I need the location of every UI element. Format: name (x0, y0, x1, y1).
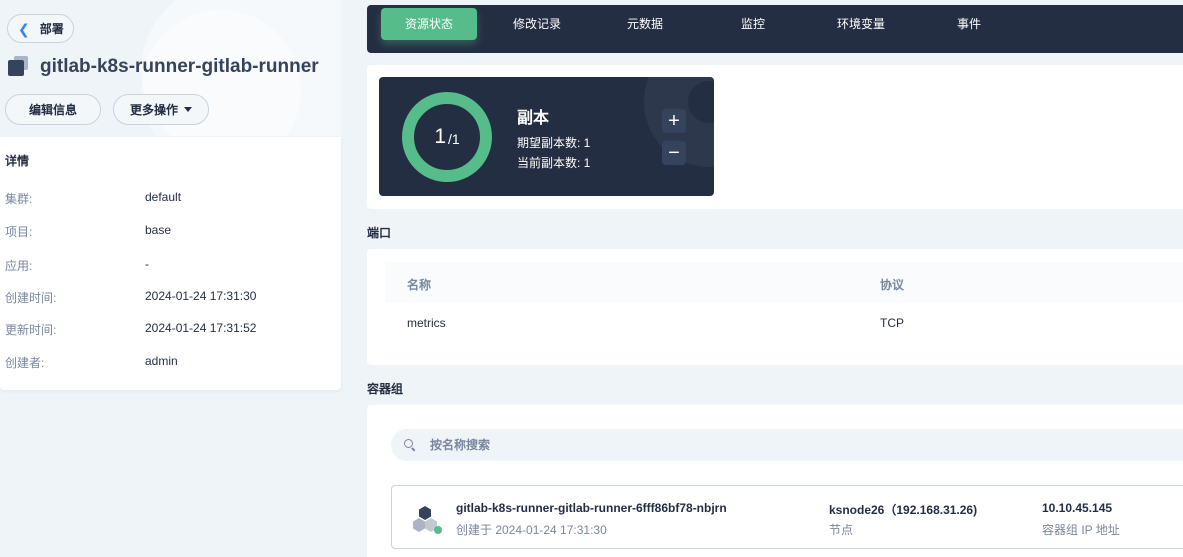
detail-value: default (145, 190, 182, 204)
detail-value: 2024-01-24 17:31:30 (145, 289, 257, 303)
port-protocol: TCP (880, 316, 904, 330)
pod-search-bar[interactable] (391, 429, 1183, 461)
more-actions-label: 更多操作 (129, 103, 178, 117)
pod-list-item[interactable]: gitlab-k8s-runner-gitlab-runner-6fff86bf… (391, 485, 1183, 549)
desired-replicas: 期望副本数: 1 (517, 136, 591, 150)
resource-header: ❮ 部署 gitlab-k8s-runner-gitlab-runner 编辑信… (0, 0, 341, 136)
table-row: metrics TCP (385, 303, 1183, 341)
decrease-replicas-button[interactable]: − (662, 141, 686, 165)
detail-key: 应用: (5, 259, 33, 273)
pod-icon (413, 506, 442, 534)
pod-node-label: 节点 (829, 523, 854, 537)
pods-section-title: 容器组 (367, 382, 404, 396)
tab-metadata[interactable]: 元数据 (605, 8, 685, 40)
detail-value: admin (145, 354, 178, 368)
port-name: metrics (407, 316, 446, 330)
edit-info-button[interactable]: 编辑信息 (5, 94, 101, 125)
page-title: gitlab-k8s-runner-gitlab-runner (40, 56, 319, 77)
replica-current: 1 (434, 125, 446, 148)
detail-key: 创建者: (5, 356, 45, 370)
tab-monitoring[interactable]: 监控 (713, 8, 793, 40)
increase-replicas-button[interactable]: + (662, 109, 686, 133)
current-replicas: 当前副本数: 1 (517, 156, 591, 170)
replica-desired: /1 (448, 131, 460, 147)
pod-node: ksnode26（192.168.31.26) (829, 503, 978, 517)
search-icon (404, 439, 416, 452)
detail-key: 集群: (5, 192, 33, 206)
tab-resource-status[interactable]: 资源状态 (381, 8, 477, 40)
detail-key: 更新时间: (5, 323, 57, 337)
search-input[interactable] (430, 438, 1030, 452)
caret-down-icon (184, 107, 192, 112)
detail-row-application: 应用: - (5, 257, 335, 274)
tab-environment-variables[interactable]: 环境变量 (821, 8, 901, 40)
pod-ip: 10.10.45.145 (1042, 501, 1113, 515)
detail-value: 2024-01-24 17:31:52 (145, 321, 257, 335)
chevron-left-icon: ❮ (18, 20, 30, 37)
detail-key: 项目: (5, 225, 33, 239)
details-heading: 详情 (5, 154, 30, 168)
more-actions-button[interactable]: 更多操作 (113, 94, 209, 125)
back-button[interactable]: ❮ 部署 (7, 14, 74, 43)
back-button-label: 部署 (39, 22, 64, 36)
pod-status-dot (434, 526, 442, 534)
column-header-name: 名称 (407, 278, 432, 292)
detail-value: base (145, 223, 172, 237)
detail-row-cluster: 集群: default (5, 190, 335, 207)
ports-section-title: 端口 (367, 226, 392, 240)
pod-name: gitlab-k8s-runner-gitlab-runner-6fff86bf… (456, 501, 727, 515)
detail-key: 创建时间: (5, 291, 57, 305)
pod-created: 创建于 2024-01-24 17:31:30 (456, 523, 607, 537)
replica-title: 副本 (517, 110, 550, 127)
deployment-icon (8, 56, 30, 78)
detail-value: - (145, 257, 149, 271)
detail-row-updated: 更新时间: 2024-01-24 17:31:52 (5, 321, 335, 338)
tab-events[interactable]: 事件 (929, 8, 1009, 40)
detail-row-created: 创建时间: 2024-01-24 17:31:30 (5, 289, 335, 306)
detail-row-creator: 创建者: admin (5, 354, 335, 371)
detail-row-project: 项目: base (5, 223, 335, 240)
tab-revision-records[interactable]: 修改记录 (497, 8, 577, 40)
table-header: 名称 协议 (385, 262, 1183, 303)
title-row: gitlab-k8s-runner-gitlab-runner (8, 56, 319, 78)
replica-ring: 1 /1 (402, 92, 492, 182)
replica-card: 1 /1 副本 期望副本数: 1 当前副本数: 1 + − (379, 77, 714, 196)
pod-ip-label: 容器组 IP 地址 (1042, 523, 1120, 537)
column-header-protocol: 协议 (880, 278, 905, 292)
ports-table: 名称 协议 metrics TCP (385, 262, 1183, 341)
